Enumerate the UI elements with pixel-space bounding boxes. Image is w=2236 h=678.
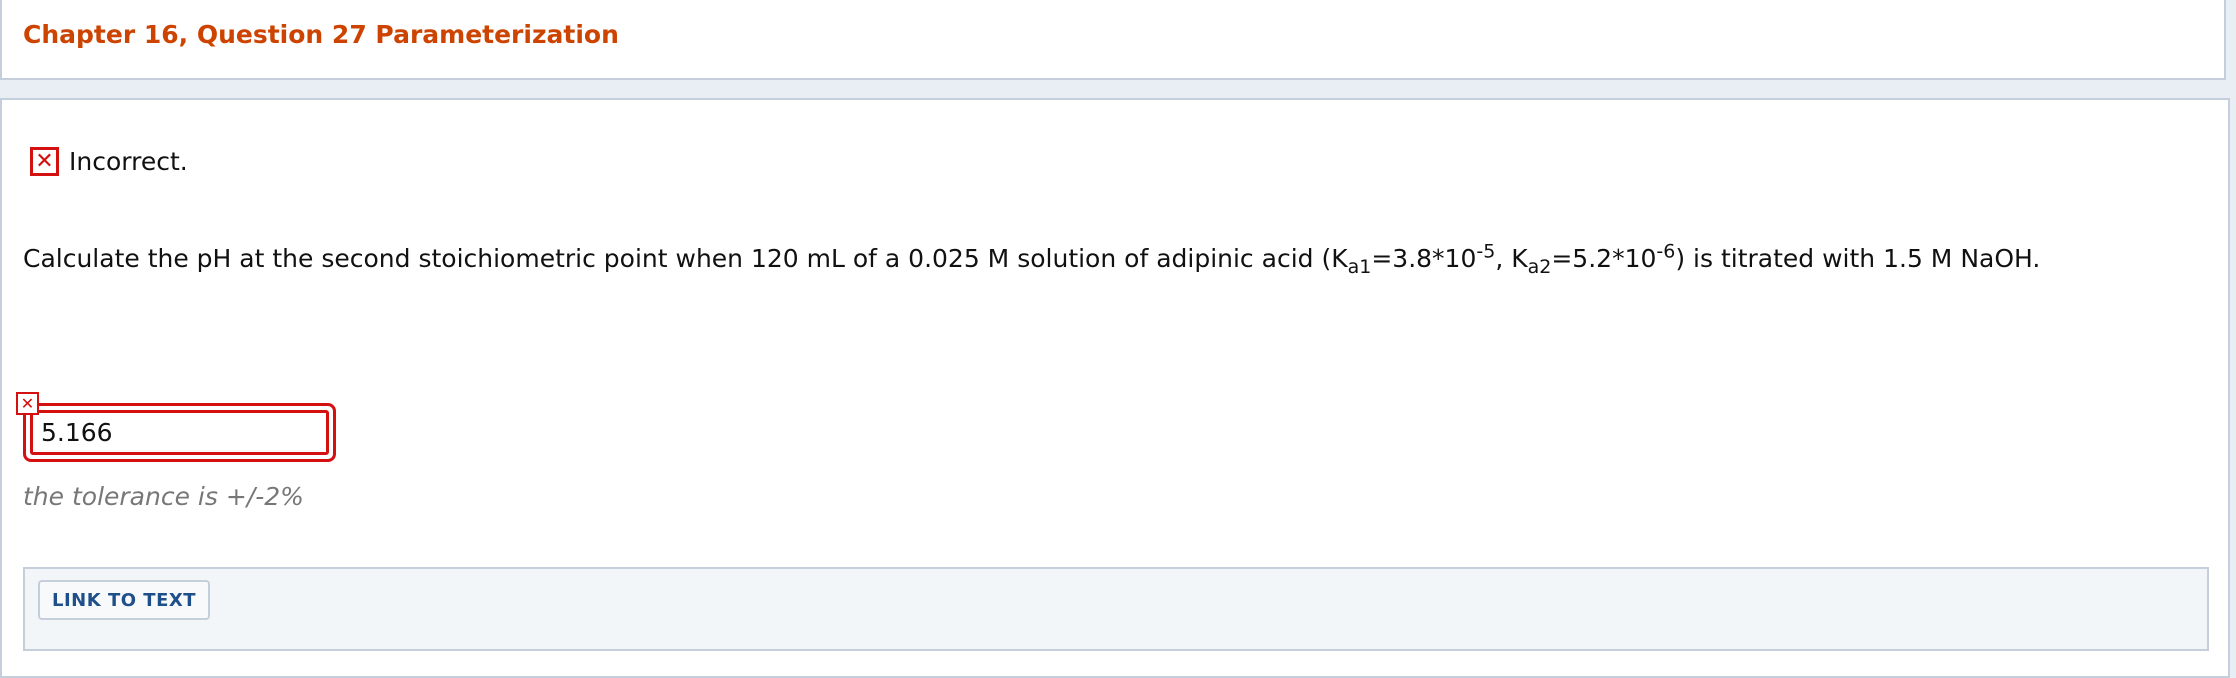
question-part: =5.2*10 — [1551, 244, 1657, 273]
title-panel: Chapter 16, Question 27 Parameterization — [0, 0, 2226, 80]
link-to-text-button[interactable]: LINK TO TEXT — [38, 580, 211, 620]
ka2-exponent: -6 — [1656, 240, 1676, 263]
answer-error-icon: ✕ — [16, 392, 39, 415]
question-part: , K — [1495, 244, 1528, 273]
question-part: =3.8*10 — [1371, 244, 1477, 273]
ka1-subscript: a1 — [1347, 256, 1372, 278]
x-mark-icon: ✕ — [30, 147, 59, 176]
question-panel: ✕ Incorrect. Calculate the pH at the sec… — [0, 98, 2230, 678]
resource-panel: LINK TO TEXT — [23, 567, 2209, 651]
status-message: ✕ Incorrect. — [30, 147, 188, 176]
question-part: Calculate the pH at the second stoichiom… — [23, 244, 1348, 273]
question-part: ) is titrated with 1.5 M NaOH. — [1675, 244, 2041, 273]
page-title: Chapter 16, Question 27 Parameterization — [23, 20, 619, 49]
ka1-exponent: -5 — [1476, 240, 1496, 263]
answer-field-wrapper — [23, 403, 336, 462]
tolerance-note: the tolerance is +/-2% — [23, 482, 304, 511]
ka2-subscript: a2 — [1527, 256, 1552, 278]
question-text: Calculate the pH at the second stoichiom… — [23, 240, 2041, 276]
status-label: Incorrect. — [69, 147, 188, 176]
answer-input[interactable] — [30, 410, 329, 455]
